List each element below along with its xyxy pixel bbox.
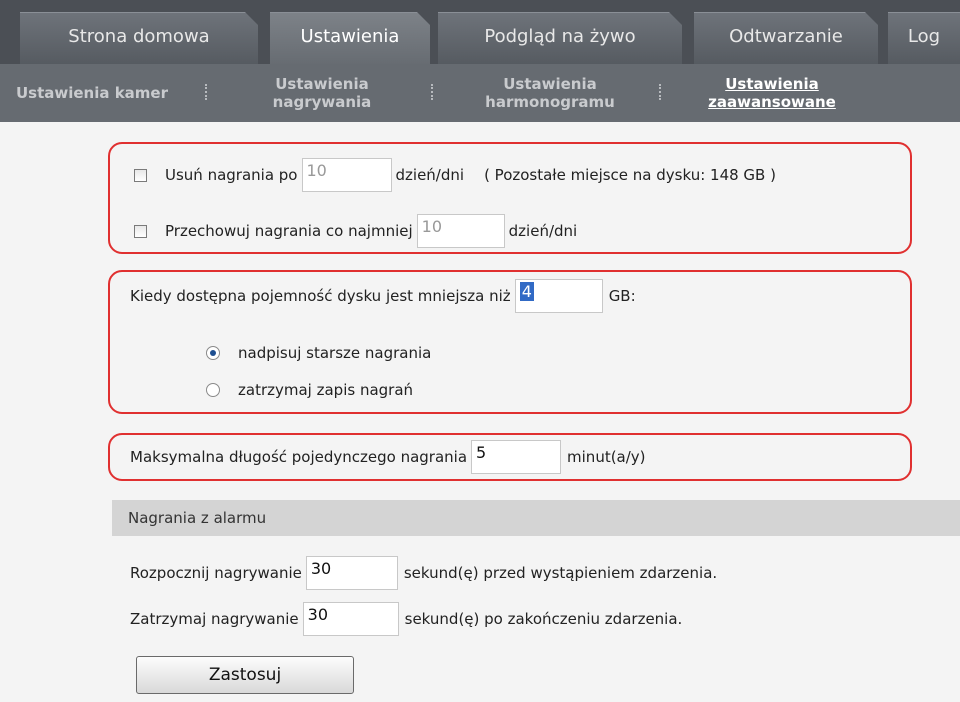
max-length-unit: minut(a/y) — [567, 448, 646, 466]
post-alarm-seconds-input[interactable]: 30 — [302, 602, 399, 636]
low-disk-row: Kiedy dostępna pojemność dysku jest mnie… — [130, 279, 636, 313]
low-disk-label: Kiedy dostępna pojemność dysku jest mnie… — [130, 287, 511, 305]
tab-live-view[interactable]: Podgląd na żywo — [438, 12, 683, 64]
max-length-label: Maksymalna długość pojedynczego nagrania — [130, 448, 468, 466]
keep-at-least-checkbox[interactable] — [134, 224, 147, 238]
post-alarm-row: Zatrzymaj nagrywanie 30 sekund(ę) po zak… — [130, 602, 682, 636]
delete-after-unit: dzień/dni — [395, 166, 465, 184]
keep-at-least-days-input[interactable]: 10 — [416, 214, 505, 248]
delete-after-row: Usuń nagrania po 10 dzień/dni ( Pozostał… — [134, 158, 776, 192]
post-alarm-unit: sekund(ę) po zakończeniu zdarzenia. — [404, 610, 683, 628]
subnav-separator — [659, 84, 661, 100]
tab-home[interactable]: Strona domowa — [20, 12, 259, 64]
apply-button[interactable]: Zastosuj — [136, 656, 354, 694]
subnav-advanced-settings-label: Ustawienia zaawansowane — [708, 75, 836, 111]
tab-log-label: Log — [907, 26, 941, 47]
subnav-recording-settings-label: Ustawienia nagrywania — [272, 75, 372, 111]
stop-recording-label: zatrzymaj zapis nagrań — [238, 381, 414, 399]
tab-settings[interactable]: Ustawienia — [270, 12, 431, 64]
overwrite-label: nadpisuj starsze nagrania — [238, 344, 432, 362]
pre-alarm-seconds-value: 30 — [310, 559, 332, 578]
post-alarm-seconds-value: 30 — [307, 605, 328, 624]
max-length-minutes-input[interactable]: 5 — [471, 440, 562, 474]
tab-playback[interactable]: Odtwarzanie — [694, 12, 879, 64]
keep-at-least-label: Przechowuj nagrania co najmniej — [165, 222, 413, 240]
subnav-schedule-settings[interactable]: Ustawienia harmonogramu — [470, 64, 630, 122]
free-space-text: ( Pozostałe miejsce na dysku: 148 GB ) — [484, 166, 776, 184]
delete-after-days-value: 10 — [306, 161, 327, 180]
max-length-minutes-value: 5 — [476, 443, 487, 462]
keep-at-least-unit: dzień/dni — [508, 222, 578, 240]
alarm-recording-section-title: Nagrania z alarmu — [128, 509, 267, 527]
low-disk-unit: GB: — [608, 287, 636, 305]
subnav-recording-settings[interactable]: Ustawienia nagrywania — [252, 64, 392, 122]
subnav-separator — [431, 84, 433, 100]
subnav-schedule-settings-label: Ustawienia harmonogramu — [485, 75, 615, 111]
pre-alarm-seconds-input[interactable]: 30 — [305, 556, 398, 590]
tab-playback-label: Odtwarzanie — [729, 26, 843, 47]
subnav-advanced-settings[interactable]: Ustawienia zaawansowane — [690, 64, 854, 122]
low-disk-gb-input[interactable]: 4 — [514, 279, 603, 313]
tab-settings-label: Ustawienia — [300, 26, 400, 47]
low-disk-gb-value: 4 — [519, 282, 534, 301]
tab-live-view-label: Podgląd na żywo — [484, 26, 636, 47]
tab-home-label: Strona domowa — [68, 26, 210, 47]
stop-recording-option[interactable]: zatrzymaj zapis nagrań — [206, 381, 413, 399]
main-tab-bar: Strona domowa Ustawienia Podgląd na żywo… — [0, 0, 960, 64]
delete-after-days-input[interactable]: 10 — [301, 158, 392, 192]
pre-alarm-row: Rozpocznij nagrywanie 30 sekund(ę) przed… — [130, 556, 717, 590]
subnav-camera-settings-label: Ustawienia kamer — [15, 84, 169, 102]
stop-recording-radio[interactable] — [206, 383, 220, 397]
delete-after-checkbox[interactable] — [134, 168, 147, 182]
subnav-separator — [205, 84, 207, 100]
settings-subnav: Ustawienia kamer Ustawienia nagrywania U… — [0, 64, 960, 122]
alarm-recording-section-header: Nagrania z alarmu — [112, 500, 960, 536]
post-alarm-label: Zatrzymaj nagrywanie — [130, 610, 299, 628]
overwrite-radio[interactable] — [206, 346, 220, 360]
subnav-camera-settings[interactable]: Ustawienia kamer — [6, 64, 178, 122]
keep-at-least-row: Przechowuj nagrania co najmniej 10 dzień… — [134, 214, 577, 248]
pre-alarm-unit: sekund(ę) przed wystąpieniem zdarzenia. — [403, 564, 718, 582]
tab-log[interactable]: Log — [888, 12, 960, 64]
keep-at-least-days-value: 10 — [421, 217, 443, 236]
overwrite-option[interactable]: nadpisuj starsze nagrania — [206, 344, 431, 362]
max-length-row: Maksymalna długość pojedynczego nagrania… — [130, 440, 646, 474]
delete-after-label: Usuń nagrania po — [165, 166, 298, 184]
pre-alarm-label: Rozpocznij nagrywanie — [130, 564, 302, 582]
